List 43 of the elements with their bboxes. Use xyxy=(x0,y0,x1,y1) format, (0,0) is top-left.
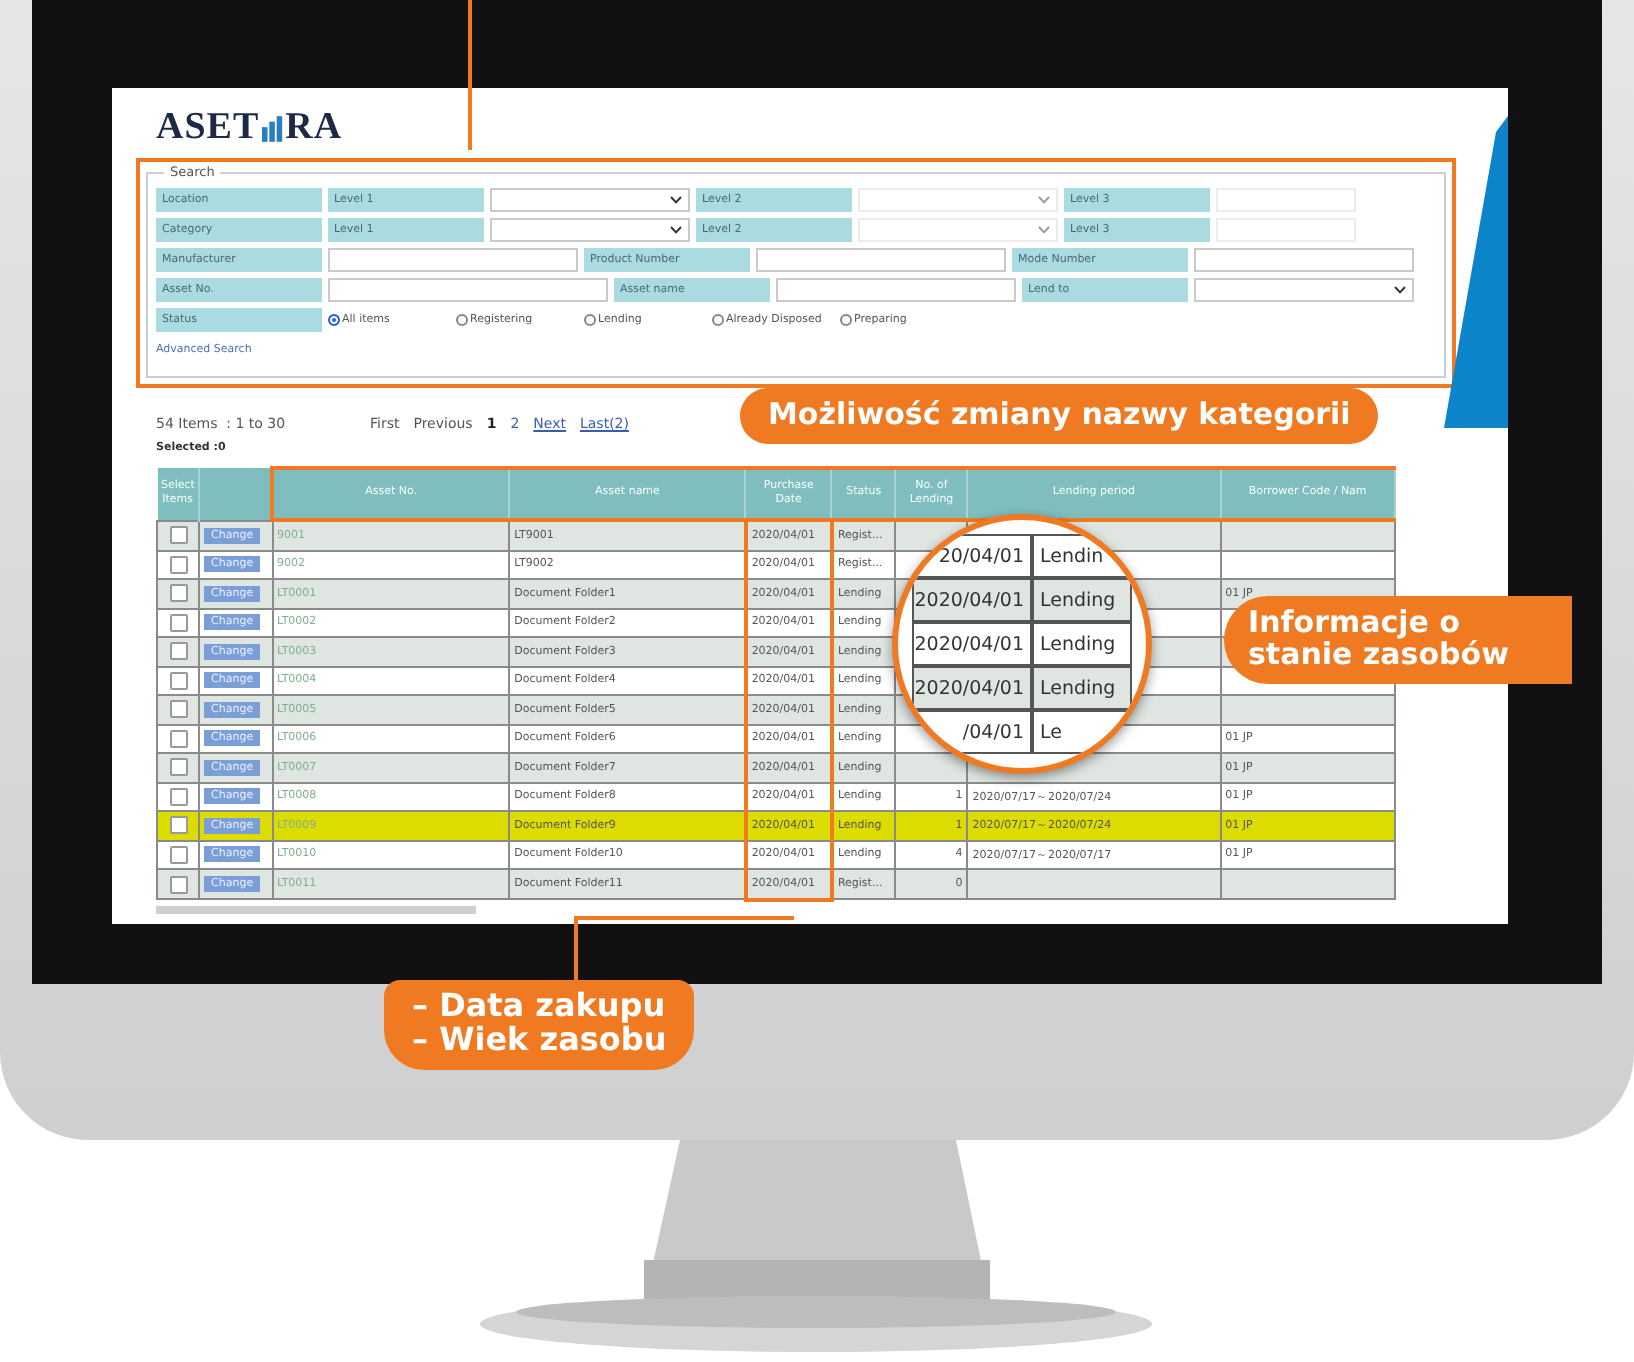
input-field[interactable] xyxy=(776,278,1016,302)
scrollbar[interactable] xyxy=(156,905,476,913)
row-checkbox[interactable] xyxy=(169,729,188,748)
lend-to-select[interactable] xyxy=(1194,278,1414,302)
row-checkbox[interactable] xyxy=(169,787,188,806)
table-cell: Lending xyxy=(1032,666,1132,710)
row-checkbox[interactable] xyxy=(169,584,188,603)
bars-icon xyxy=(261,116,284,142)
radio-dot[interactable] xyxy=(840,314,852,326)
input-field[interactable] xyxy=(328,248,578,272)
row-checkbox[interactable] xyxy=(169,875,188,893)
chevron-down-icon xyxy=(670,226,682,234)
row-checkbox[interactable] xyxy=(169,758,188,777)
input-field[interactable] xyxy=(328,278,608,302)
logo: ASET RA xyxy=(156,108,343,146)
input-field[interactable] xyxy=(1194,248,1414,272)
row-checkbox[interactable] xyxy=(169,700,188,719)
table-cell: Lending xyxy=(1032,622,1132,666)
table-cell: Lending xyxy=(1032,578,1132,622)
row-checkbox[interactable] xyxy=(169,816,188,835)
row-checkbox[interactable] xyxy=(169,642,188,661)
row-checkbox[interactable] xyxy=(169,555,188,574)
chevron-down-icon xyxy=(1394,286,1406,294)
category-select[interactable] xyxy=(490,218,690,242)
row-checkbox[interactable] xyxy=(169,526,188,544)
radio-dot[interactable] xyxy=(456,314,468,326)
radio-dot[interactable] xyxy=(584,314,596,326)
table-cell: 2020/04/01 xyxy=(912,578,1032,622)
table-cell: 2020/04/01 xyxy=(912,622,1032,666)
chevron-down-icon xyxy=(1038,196,1050,204)
row-checkbox[interactable] xyxy=(169,613,188,632)
row-checkbox[interactable] xyxy=(169,845,188,864)
callout-label: Możliwość zmiany nazwy kategorii xyxy=(740,388,1379,444)
input-field[interactable] xyxy=(756,248,1006,272)
table-cell: 2020/04/01 xyxy=(912,666,1032,710)
callout-label: Informacje o stanie zasobów xyxy=(1224,596,1572,683)
location-select[interactable] xyxy=(490,188,690,212)
row-checkbox[interactable] xyxy=(169,671,188,690)
chevron-down-icon xyxy=(1038,226,1050,234)
chevron-down-icon xyxy=(670,196,682,204)
radio-dot[interactable] xyxy=(712,314,724,326)
callout-label: – Data zakupu – Wiek zasobu xyxy=(384,980,695,1070)
radio-dot[interactable] xyxy=(328,314,340,326)
